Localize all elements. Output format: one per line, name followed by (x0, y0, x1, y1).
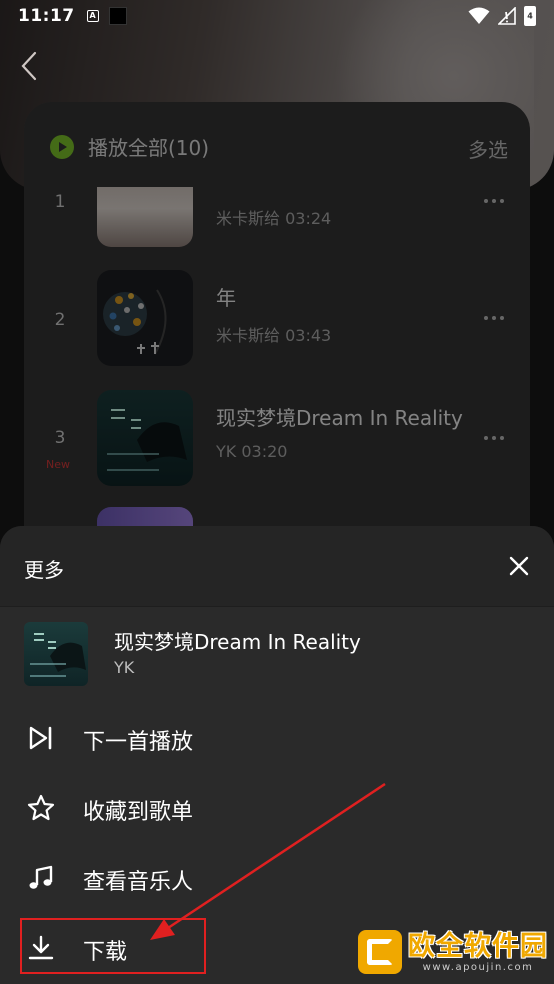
notification-square-icon (108, 7, 127, 25)
sheet-title: 更多 (24, 558, 64, 582)
annotation-highlight-box (20, 918, 206, 974)
star-icon (27, 794, 55, 821)
wifi-icon (468, 7, 490, 24)
battery-percent: 4 (527, 11, 533, 21)
status-time: 11:17 (18, 6, 75, 26)
menu-item-view-artist[interactable]: 查看音乐人 (0, 848, 554, 908)
play-next-icon (29, 726, 52, 750)
sheet-song-title: 现实梦境Dream In Reality (114, 630, 361, 654)
music-note-icon (29, 865, 53, 889)
watermark-text: 欧全软件园 (408, 930, 548, 962)
status-bar: 11:17 A 4 (0, 0, 554, 32)
sheet-song-artist: YK (114, 658, 135, 677)
watermark-logo-icon (358, 930, 402, 974)
watermark: 欧全软件园 www.apoujin.com (358, 930, 548, 974)
menu-item-play-next[interactable]: 下一首播放 (0, 708, 554, 768)
cover-art (30, 633, 86, 677)
sheet-header: 更多 (0, 526, 554, 607)
more-options-sheet: 更多 现实梦境Dream In Reality YK 下一首播放 收藏到歌单 查… (0, 526, 554, 984)
menu-item-label: 查看音乐人 (83, 870, 194, 895)
sheet-song-cover (24, 622, 88, 686)
menu-item-label: 下一首播放 (83, 730, 194, 755)
notification-a-icon: A (86, 10, 99, 22)
menu-item-add-to-playlist[interactable]: 收藏到歌单 (0, 778, 554, 838)
watermark-text-wrap: 欧全软件园 www.apoujin.com (408, 930, 548, 973)
battery-icon: 4 (524, 6, 536, 26)
menu-item-label: 收藏到歌单 (83, 800, 194, 825)
back-arrow-icon[interactable] (18, 50, 42, 82)
sheet-song-info: 现实梦境Dream In Reality YK (24, 622, 534, 688)
close-icon[interactable] (508, 555, 530, 577)
signal-icon (498, 7, 516, 25)
status-right: 4 (468, 6, 536, 26)
watermark-url: www.apoujin.com (422, 961, 534, 973)
